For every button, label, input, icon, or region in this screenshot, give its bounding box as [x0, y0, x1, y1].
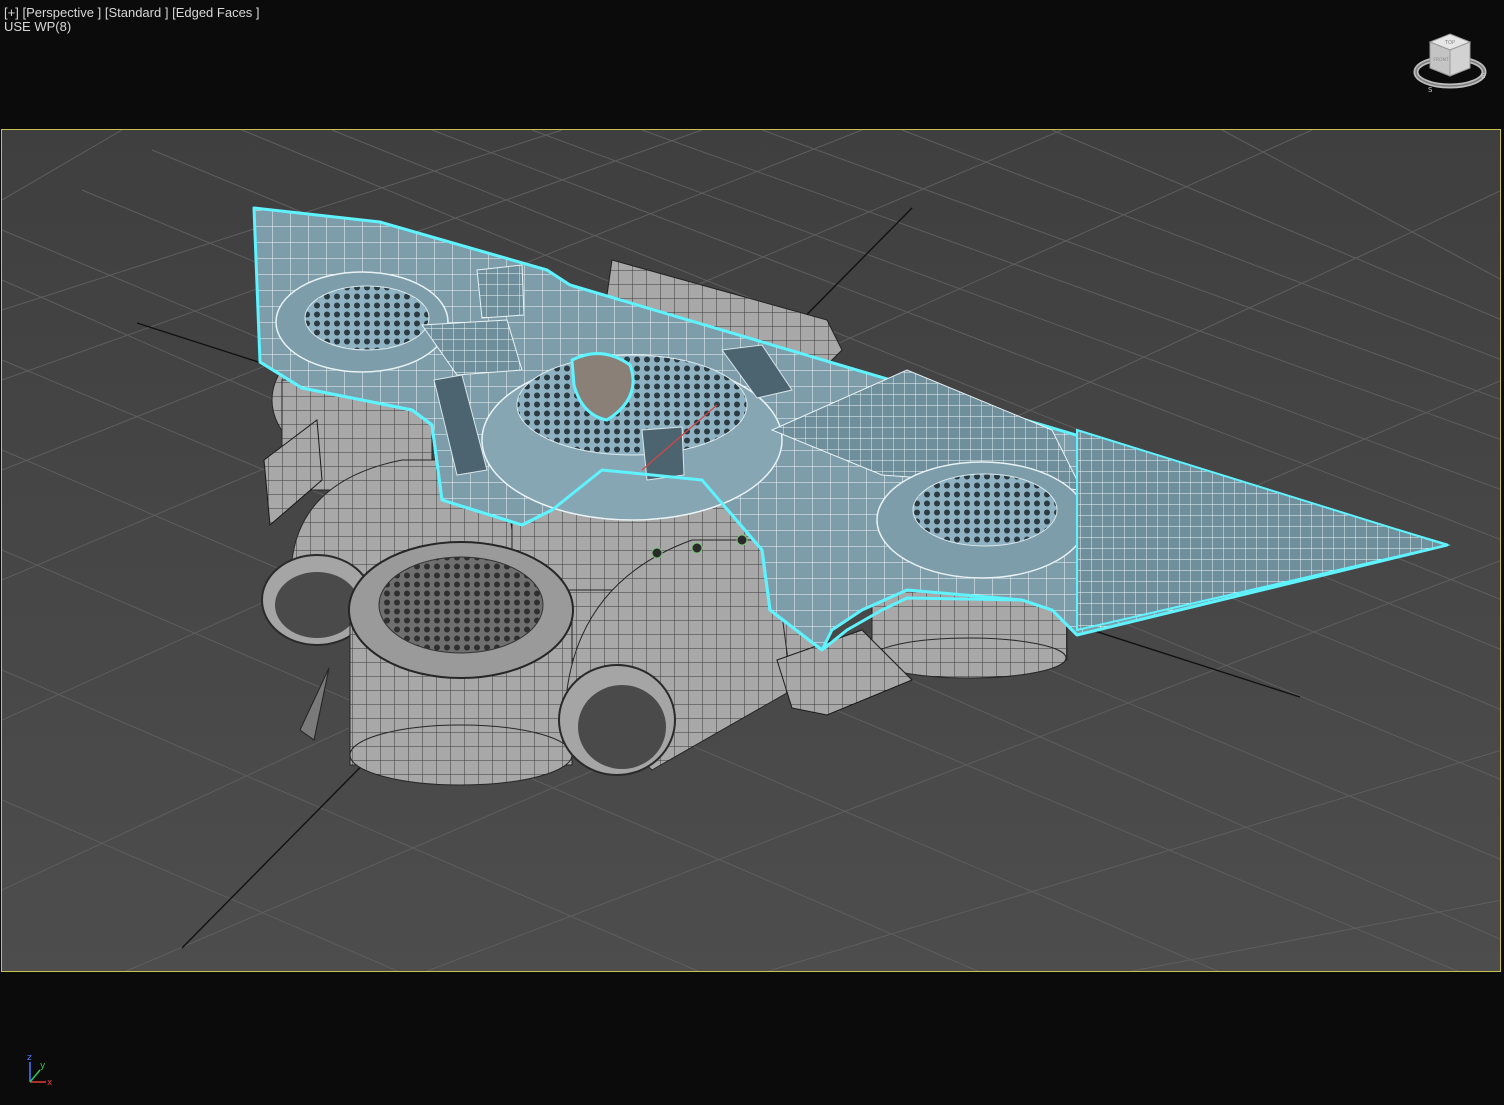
viewport-display-menu[interactable]: [Edged Faces ] — [172, 5, 259, 20]
viewport-label-menu: [+] [Perspective ] [Standard ] [Edged Fa… — [4, 6, 260, 20]
upper-left-grille — [304, 285, 430, 351]
viewport-shading-menu[interactable]: [Standard ] — [105, 5, 169, 20]
viewport-sub-label: USE WP(8) — [4, 19, 72, 34]
axis-tripod: x y z — [18, 1048, 62, 1092]
viewcube-compass-s: S — [1428, 86, 1433, 94]
viewport-plus-menu[interactable]: [+] — [4, 5, 19, 20]
axis-z-label: z — [27, 1053, 32, 1063]
perspective-viewport[interactable]: [+] [Perspective ] [Standard ] [Edged Fa… — [0, 0, 1504, 1105]
viewcube-top-label: TOP — [1444, 40, 1455, 46]
side-fin-left — [299, 667, 330, 741]
axis-x-label: x — [47, 1078, 53, 1088]
viewcube-compass-e: E — [1481, 72, 1485, 80]
viewport-pov-menu[interactable]: [Perspective ] — [22, 5, 101, 20]
axis-y-label: y — [40, 1061, 46, 1071]
viewcube[interactable]: TOP FRONT S E — [1410, 30, 1490, 100]
viewcube-front-label: FRONT — [1433, 57, 1449, 63]
right-pod-grille — [912, 473, 1058, 547]
viewport-render-area[interactable] — [1, 129, 1501, 972]
scene-canvas — [2, 130, 1500, 971]
front-left-pod — [348, 541, 574, 786]
front-left-pod-grille — [378, 556, 544, 654]
